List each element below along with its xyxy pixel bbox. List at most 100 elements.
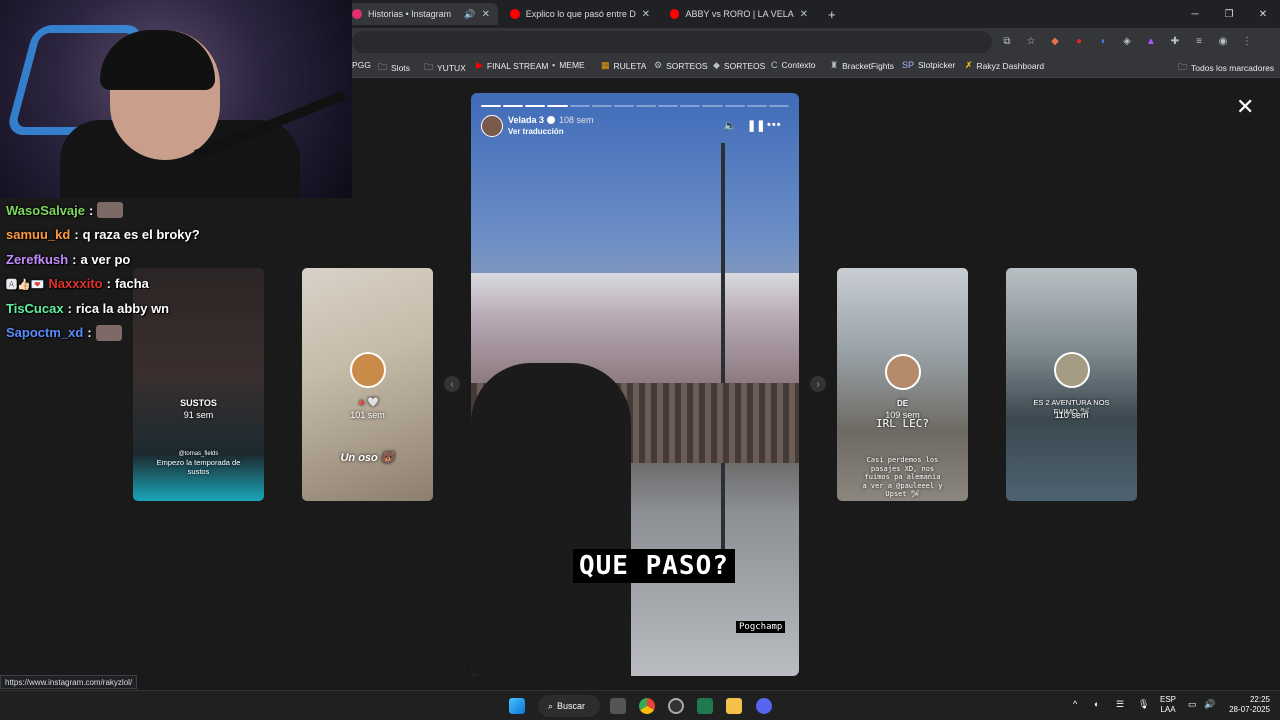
- bookmark-item[interactable]: SP Slotpicker: [902, 60, 955, 70]
- story-card-title: SUSTOS: [180, 398, 217, 408]
- bookmark-item[interactable]: ♜ BracketFights: [830, 60, 894, 71]
- bookmark-item[interactable]: 🗀 YUTUX: [424, 60, 466, 76]
- story-card-irl-lec[interactable]: DE 109 sem IRL LEC? Casi perdemos los pa…: [837, 268, 968, 501]
- chat-message: Sapoctm_xd:: [6, 321, 346, 346]
- youtube-icon: [510, 9, 520, 19]
- mute-icon[interactable]: 🔊: [464, 9, 475, 20]
- tab-video-2[interactable]: ABBY vs RORO | LA VELADA DE ✕: [662, 3, 816, 25]
- light-tower-image: [721, 143, 725, 563]
- bookmark-item[interactable]: ⚙ SORTEOS: [654, 60, 708, 71]
- tab-label: Explico lo que pasó entre De La: [525, 9, 636, 19]
- taskbar-clock[interactable]: 22:25 28-07-2025: [1224, 695, 1270, 715]
- star-icon[interactable]: ☆: [1024, 34, 1038, 48]
- chat-username[interactable]: TisCucax: [6, 301, 64, 316]
- story-sticker: Pogchamp: [736, 621, 786, 633]
- progress-segment: [591, 105, 612, 107]
- taskbar-search[interactable]: ⌕ Buscar: [538, 695, 600, 717]
- microphone-icon[interactable]: 🎙: [1138, 699, 1149, 710]
- story-author-name[interactable]: Velada 3: [508, 115, 544, 125]
- chat-username[interactable]: Sapoctm_xd: [6, 325, 83, 340]
- bookmark-item[interactable]: 🗀 Slots: [378, 60, 410, 76]
- more-options-icon[interactable]: •••: [767, 119, 782, 131]
- story-card-headline: IRL LEC?: [876, 417, 929, 430]
- extension-icon[interactable]: ◈: [1120, 34, 1134, 48]
- bookmark-label: Contexto: [781, 60, 816, 70]
- extensions-puzzle-icon[interactable]: ✚: [1168, 34, 1182, 48]
- translate-link[interactable]: Ver traducción: [508, 127, 564, 136]
- task-view-icon[interactable]: [610, 698, 626, 714]
- story-card-time: 110 sem: [1054, 410, 1089, 420]
- close-window-icon[interactable]: ✕: [1246, 0, 1280, 28]
- bookmark-item[interactable]: C Contexto: [771, 60, 816, 70]
- story-time: 108 sem: [559, 115, 594, 125]
- reading-list-icon[interactable]: ≡: [1192, 34, 1206, 48]
- tray-chevron-icon[interactable]: ^: [1073, 699, 1077, 709]
- bookmark-item[interactable]: ▪ MEME: [552, 60, 585, 70]
- keyboard-layout: LAA: [1160, 705, 1176, 714]
- extension-icon[interactable]: ◗: [1096, 34, 1110, 48]
- language-indicator[interactable]: ESP LAA: [1160, 695, 1176, 715]
- bookmark-item[interactable]: PGG: [352, 60, 371, 70]
- maximize-icon[interactable]: ❐: [1212, 0, 1246, 28]
- tab-instagram[interactable]: Historias • Instagram 🔊 ✕: [344, 3, 498, 25]
- window-controls: ─ ❐ ✕: [1178, 0, 1280, 28]
- app-icon[interactable]: [668, 698, 684, 714]
- story-card-time: 91 sem: [183, 410, 214, 420]
- steam-icon[interactable]: ◐: [1094, 699, 1099, 709]
- windows-start-icon[interactable]: [509, 698, 525, 714]
- tab-video-1[interactable]: Explico lo que pasó entre De La ✕: [502, 3, 658, 25]
- profile-avatar-icon[interactable]: ◉: [1216, 34, 1230, 48]
- menu-kebab-icon[interactable]: ⋮: [1240, 34, 1254, 48]
- bookmark-item[interactable]: ✗ Rakyz Dashboard: [965, 60, 1044, 71]
- next-story-arrow-icon[interactable]: ›: [810, 376, 826, 392]
- story-card-avatar: [1054, 352, 1090, 388]
- bookmark-item[interactable]: ▦ RULETA: [601, 60, 646, 71]
- chat-separator: :: [87, 325, 92, 341]
- chat-username[interactable]: WasoSalvaje: [6, 203, 85, 218]
- chrome-icon[interactable]: [639, 698, 655, 714]
- progress-segment: [481, 105, 502, 107]
- extension-icon[interactable]: ●: [1072, 34, 1086, 48]
- story-card-caption: Casi perdemos los pasajes XD, nos fuimos…: [862, 456, 943, 498]
- close-tab-icon[interactable]: ✕: [482, 9, 490, 20]
- extension-icon[interactable]: ▲: [1144, 34, 1158, 48]
- display-icon[interactable]: ▭: [1188, 699, 1197, 710]
- volume-icon[interactable]: 🔈: [723, 119, 737, 132]
- previous-story-arrow-icon[interactable]: ‹: [444, 376, 460, 392]
- close-tab-icon[interactable]: ✕: [800, 9, 808, 20]
- minimize-icon[interactable]: ─: [1178, 0, 1212, 28]
- bookmark-item[interactable]: ▶ FINAL STREAM: [476, 60, 548, 71]
- volume-icon[interactable]: 🔊: [1204, 699, 1215, 710]
- pause-icon[interactable]: ❚❚: [747, 119, 765, 132]
- story-card-aventura[interactable]: ES 2 AVENTURA NOS FUIMO 🛩 110 sem: [1006, 268, 1137, 501]
- site-icon: ♜: [830, 60, 839, 70]
- active-story[interactable]: Velada 3 108 sem Ver traducción 🔈 ❚❚ •••…: [471, 93, 799, 676]
- webcam-overlay: [0, 0, 352, 198]
- bookmark-label: MEME: [559, 60, 585, 70]
- extension-icon[interactable]: ◆: [1048, 34, 1062, 48]
- bookmark-item[interactable]: ◆ SORTEOS: [713, 60, 765, 71]
- close-tab-icon[interactable]: ✕: [642, 9, 650, 20]
- progress-segment: [768, 105, 789, 107]
- file-explorer-icon[interactable]: [726, 698, 742, 714]
- new-tab-button[interactable]: +: [820, 3, 840, 25]
- bookmark-label: Slotpicker: [918, 60, 956, 70]
- network-icon[interactable]: ☰: [1116, 699, 1124, 710]
- chat-message: samuu_kd: q raza es el broky?: [6, 223, 346, 248]
- chat-username[interactable]: samuu_kd: [6, 227, 70, 242]
- all-bookmarks[interactable]: 🗀 Todos los marcadores: [1178, 60, 1274, 76]
- windows-taskbar: ⌕ Buscar ^ ◐ ☰ 🎙 ESP LAA ▭ 🔊 22:25 28-07…: [0, 690, 1280, 720]
- excel-icon[interactable]: [697, 698, 713, 714]
- install-icon[interactable]: ⧉: [1000, 34, 1014, 48]
- close-stories-icon[interactable]: ✕: [1236, 94, 1254, 120]
- chat-message: WasoSalvaje:: [6, 198, 346, 223]
- chat-username[interactable]: Zerefkush: [6, 252, 68, 267]
- discord-icon[interactable]: [756, 698, 772, 714]
- diamond-icon: ◆: [713, 60, 720, 70]
- language-code: ESP: [1160, 695, 1177, 704]
- chat-text: q raza es el broky?: [82, 227, 200, 243]
- address-bar[interactable]: [352, 31, 992, 53]
- story-author-avatar[interactable]: [481, 115, 503, 137]
- chat-username[interactable]: Naxxxito: [48, 276, 102, 291]
- status-url: https://www.instagram.com/rakyzlol/: [0, 675, 138, 689]
